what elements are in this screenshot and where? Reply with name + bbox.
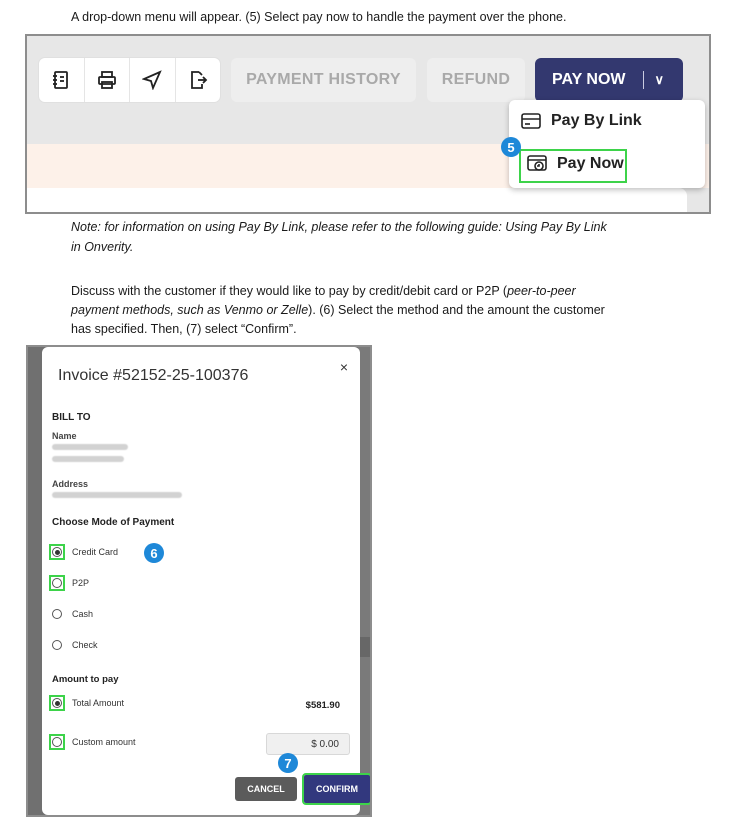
cash-label: Cash	[72, 609, 94, 619]
background-row	[358, 637, 370, 657]
total-amount-value: $581.90	[305, 700, 340, 711]
check-radio[interactable]	[52, 640, 62, 650]
pay-now-button[interactable]: PAY NOW ∨	[535, 58, 683, 102]
invoice-icon[interactable]	[39, 58, 85, 102]
address-label: Address	[52, 479, 89, 489]
pay-now-option[interactable]: Pay Now	[527, 155, 624, 173]
cash-radio[interactable]	[52, 609, 62, 619]
custom-amount-highlight	[49, 734, 65, 750]
background-row	[358, 347, 370, 815]
pay-by-link-label: Pay By Link	[551, 112, 642, 129]
step-7-badge: 7	[278, 753, 298, 773]
note-line-2: in Onverity.	[71, 240, 134, 254]
pay-by-link-option[interactable]: Pay By Link	[521, 112, 642, 130]
discuss-italic-1: peer-to-peer	[507, 284, 576, 298]
print-icon[interactable]	[85, 58, 130, 102]
send-icon[interactable]	[130, 58, 176, 102]
step-6-badge: 6	[144, 543, 164, 563]
discuss-text-1: Discuss with the customer if they would …	[71, 284, 508, 298]
cash-option[interactable]: Cash	[52, 609, 93, 619]
discuss-italic-2: payment methods, such as Venmo or Zelle	[71, 303, 309, 317]
discuss-text-2: ). (6) Select the method and the amount …	[308, 303, 605, 317]
button-divider	[642, 71, 644, 89]
name-redacted	[52, 444, 128, 450]
card-icon	[521, 113, 541, 129]
close-icon[interactable]: ×	[340, 359, 348, 375]
instruction-step-5: A drop-down menu will appear. (5) Select…	[71, 10, 567, 24]
check-option[interactable]: Check	[52, 640, 98, 650]
payment-mode-heading: Choose Mode of Payment	[52, 517, 175, 528]
pay-now-dropdown: Pay By Link Pay Now	[509, 100, 705, 188]
content-panel	[27, 188, 687, 212]
custom-amount-label: Custom amount	[72, 737, 136, 747]
total-amount-label: Total Amount	[72, 698, 125, 708]
credit-card-highlight	[49, 544, 65, 560]
payment-history-button[interactable]: PAYMENT HISTORY	[231, 58, 416, 102]
p2p-label: P2P	[72, 578, 90, 588]
step-5-badge: 5	[501, 137, 521, 157]
invoice-modal-screenshot: Invoice #52152-25-100376 × BILL TO Name …	[26, 345, 372, 817]
bill-to-heading: BILL TO	[52, 412, 91, 423]
payment-icon	[527, 155, 547, 171]
note-line-1: Note: for information on using Pay By Li…	[71, 220, 607, 234]
name-redacted	[52, 456, 124, 462]
custom-amount-input[interactable]: $ 0.00	[266, 733, 350, 755]
pay-now-option-label: Pay Now	[557, 155, 624, 172]
confirm-button[interactable]: CONFIRM	[302, 773, 370, 805]
instruction-step-6-7: Discuss with the customer if they would …	[71, 282, 671, 339]
total-amount-highlight	[49, 695, 65, 711]
pay-now-screenshot: PAYMENT HISTORY REFUND PAY NOW ∨ Pay By …	[25, 34, 711, 214]
invoice-modal: Invoice #52152-25-100376 × BILL TO Name …	[42, 347, 370, 815]
icon-toolbar	[39, 58, 220, 102]
modal-title: Invoice #52152-25-100376	[58, 367, 249, 384]
pay-now-label: PAY NOW	[552, 71, 626, 88]
discuss-text-3: has specified. Then, (7) select “Confirm…	[71, 322, 297, 336]
refund-button[interactable]: REFUND	[427, 58, 525, 102]
amount-heading: Amount to pay	[52, 674, 119, 685]
cancel-button[interactable]: CANCEL	[235, 777, 297, 801]
check-label: Check	[72, 640, 98, 650]
export-icon[interactable]	[176, 58, 221, 102]
name-label: Name	[52, 431, 77, 441]
chevron-down-icon[interactable]: ∨	[655, 72, 665, 88]
p2p-highlight	[49, 575, 65, 591]
credit-card-label: Credit Card	[72, 547, 119, 557]
address-redacted	[52, 492, 182, 498]
